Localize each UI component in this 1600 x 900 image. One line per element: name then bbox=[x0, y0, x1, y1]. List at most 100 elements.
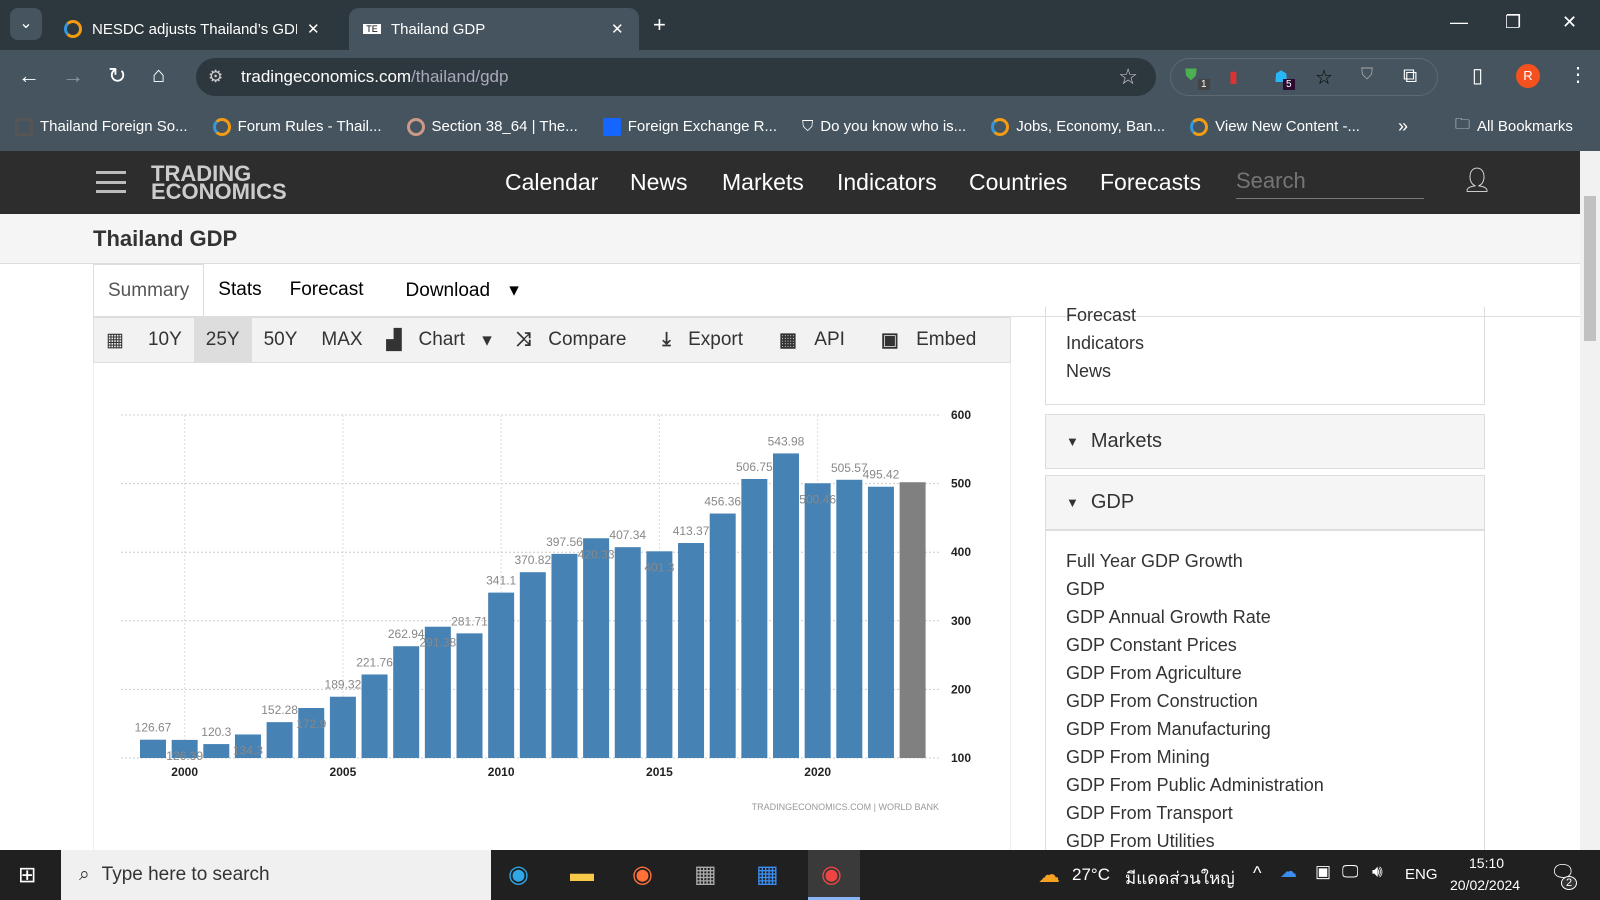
scrollbar-thumb[interactable] bbox=[1584, 196, 1596, 341]
site-logo[interactable]: TRADING ECONOMICS bbox=[151, 163, 301, 203]
nav-news[interactable]: News bbox=[630, 169, 688, 196]
puzzle-extensions-icon[interactable]: ⧉ bbox=[1403, 65, 1417, 88]
sidebar-gdp-link[interactable]: GDP From Agriculture bbox=[1066, 663, 1242, 684]
privacy-extension-icon[interactable]: ⛉ bbox=[1361, 66, 1373, 84]
nav-markets[interactable]: Markets bbox=[722, 169, 804, 196]
range-max[interactable]: MAX bbox=[309, 318, 374, 362]
sidebar-section-gdp[interactable]: ▼ GDP bbox=[1045, 475, 1485, 530]
browser-tab-thailand-gdp[interactable]: TE Thailand GDP ✕ bbox=[349, 8, 639, 50]
bookmark-item[interactable]: Section 38_64 | The... bbox=[406, 117, 578, 136]
bar-2017 bbox=[709, 513, 736, 758]
sidebar-link[interactable]: News bbox=[1066, 361, 1111, 382]
range-10y[interactable]: 10Y bbox=[136, 318, 194, 362]
volume-icon[interactable]: 🔊︎ bbox=[1372, 862, 1383, 882]
chrome-taskbar-button[interactable]: ◉ bbox=[808, 850, 860, 900]
chart-type-button[interactable]: ▟ Chart ▾ bbox=[375, 318, 504, 362]
profile-avatar[interactable]: R bbox=[1516, 64, 1540, 88]
range-25y[interactable]: 25Y bbox=[193, 318, 252, 362]
weather-temp[interactable]: 27°C bbox=[1072, 865, 1110, 885]
weather-text[interactable]: มีแดดส่วนใหญ่ bbox=[1125, 865, 1235, 892]
network-icon[interactable]: 🖵︎ bbox=[1342, 862, 1358, 882]
bookmark-item[interactable]: View New Content -... bbox=[1190, 117, 1360, 136]
new-tab-button[interactable]: + bbox=[653, 12, 666, 38]
menu-kebab-icon[interactable]: ⋮ bbox=[1568, 62, 1588, 87]
nav-forecasts[interactable]: Forecasts bbox=[1100, 169, 1201, 196]
address-bar[interactable]: ⚙ tradingeconomics.com/thailand/gdp ☆ bbox=[196, 58, 1156, 96]
sidebar-gdp-link[interactable]: GDP From Construction bbox=[1066, 691, 1258, 712]
bookmark-item[interactable]: Thailand Foreign So... bbox=[15, 117, 188, 136]
cloud-icon[interactable]: ☁ bbox=[1280, 862, 1297, 882]
nav-countries[interactable]: Countries bbox=[969, 169, 1067, 196]
reload-icon[interactable]: ↻ bbox=[108, 63, 126, 89]
minimize-button[interactable]: — bbox=[1450, 12, 1468, 33]
tab-search-button[interactable]: ⌄ bbox=[10, 8, 42, 40]
sidebar-gdp-link[interactable]: GDP Constant Prices bbox=[1066, 635, 1237, 656]
bookmark-item[interactable]: Foreign Exchange R... bbox=[602, 117, 777, 136]
sidebar-gdp-link[interactable]: Full Year GDP Growth bbox=[1066, 551, 1243, 572]
file-explorer-icon[interactable]: ▬ bbox=[570, 860, 594, 888]
bookmark-favicon-icon bbox=[1190, 117, 1209, 136]
back-icon[interactable]: ← bbox=[18, 63, 40, 89]
side-panel-icon[interactable]: ▯ bbox=[1472, 63, 1483, 88]
calculator-icon[interactable]: ▦ bbox=[694, 860, 717, 889]
clock-time[interactable]: 15:10 bbox=[1469, 855, 1504, 871]
sidebar-gdp-link[interactable]: GDP From Transport bbox=[1066, 803, 1233, 824]
close-window-button[interactable]: ✕ bbox=[1562, 12, 1577, 33]
sidebar-gdp-link[interactable]: GDP From Mining bbox=[1066, 747, 1210, 768]
clock-date[interactable]: 20/02/2024 bbox=[1450, 877, 1520, 893]
site-info-icon[interactable]: ⚙ bbox=[208, 67, 223, 87]
compare-button[interactable]: ⤨ Compare bbox=[504, 318, 651, 362]
embed-button[interactable]: ▣ Embed bbox=[869, 318, 1000, 362]
calendar-app-icon[interactable]: ▦ bbox=[756, 860, 779, 889]
taskbar-search[interactable]: ⌕ Type here to search bbox=[61, 850, 491, 900]
sidebar-gdp-link[interactable]: GDP From Public Administration bbox=[1066, 775, 1324, 796]
tab-download[interactable]: Download ▾ bbox=[378, 279, 533, 302]
close-tab-icon[interactable]: ✕ bbox=[611, 20, 624, 38]
page-scrollbar[interactable] bbox=[1580, 151, 1600, 850]
more-bookmarks-icon[interactable]: » bbox=[1398, 116, 1408, 137]
bookmark-item[interactable]: ⛉ Do you know who is... bbox=[802, 118, 966, 135]
tab-forecast[interactable]: Forecast bbox=[276, 279, 378, 301]
tab-stats[interactable]: Stats bbox=[204, 279, 275, 301]
search-icon: ⌕ bbox=[79, 864, 90, 885]
sidebar-gdp-link[interactable]: GDP Annual Growth Rate bbox=[1066, 607, 1271, 628]
range-50y[interactable]: 50Y bbox=[252, 318, 310, 362]
sidebar-gdp-link[interactable]: GDP From Utilities bbox=[1066, 831, 1215, 852]
all-bookmarks-button[interactable]: 🗀 All Bookmarks bbox=[1455, 114, 1573, 139]
windows-start-icon[interactable]: ⊞ bbox=[18, 862, 36, 888]
tab-summary[interactable]: Summary bbox=[93, 263, 205, 317]
sidebar-link[interactable]: Forecast bbox=[1066, 307, 1136, 326]
sidebar-gdp-link[interactable]: GDP bbox=[1066, 579, 1105, 600]
sidebar-link[interactable]: Indicators bbox=[1066, 333, 1144, 354]
shield-extension-icon[interactable]: ⛊ bbox=[1185, 67, 1197, 85]
calendar-icon[interactable]: ▦ bbox=[94, 318, 136, 362]
language-indicator[interactable]: ENG bbox=[1405, 866, 1438, 883]
x-tick-label: 2015 bbox=[646, 765, 673, 779]
star-extension-icon[interactable]: ☆ bbox=[1315, 65, 1333, 90]
bar-2019 bbox=[773, 453, 799, 758]
user-icon[interactable]: 👤︎ bbox=[1462, 166, 1492, 195]
sidebar-gdp-link[interactable]: GDP From Manufacturing bbox=[1066, 719, 1271, 740]
export-button[interactable]: ⤓ Export bbox=[650, 318, 767, 362]
show-hidden-icons[interactable]: ^ bbox=[1253, 863, 1261, 884]
restore-button[interactable]: ❐ bbox=[1505, 12, 1521, 33]
home-icon[interactable]: ⌂ bbox=[152, 62, 165, 88]
bookmark-item[interactable]: Forum Rules - Thail... bbox=[212, 117, 382, 136]
browser-tab-nesdc[interactable]: NESDC adjusts Thailand’s GDP g ✕ bbox=[50, 8, 340, 50]
close-tab-icon[interactable]: ✕ bbox=[307, 20, 320, 38]
bookmark-item[interactable]: Jobs, Economy, Ban... bbox=[991, 117, 1165, 136]
camera-icon[interactable]: ▣ bbox=[1315, 862, 1331, 882]
bookmark-star-icon[interactable]: ☆ bbox=[1118, 64, 1138, 90]
chart-source: TRADINGECONOMICS.COM | WORLD BANK bbox=[752, 802, 939, 812]
search-input[interactable] bbox=[1236, 163, 1424, 199]
nav-calendar[interactable]: Calendar bbox=[505, 169, 598, 196]
api-button[interactable]: ▦ API bbox=[767, 318, 869, 362]
firefox-icon[interactable]: ◉ bbox=[632, 860, 653, 889]
y-tick-label: 500 bbox=[951, 477, 971, 491]
hamburger-menu-icon[interactable] bbox=[96, 171, 126, 193]
book-extension-icon[interactable]: ▮ bbox=[1229, 67, 1238, 87]
forward-icon[interactable]: → bbox=[62, 63, 84, 89]
edge-icon[interactable]: ◉ bbox=[508, 860, 529, 889]
sidebar-section-markets[interactable]: ▼ Markets bbox=[1045, 414, 1485, 469]
nav-indicators[interactable]: Indicators bbox=[837, 169, 937, 196]
